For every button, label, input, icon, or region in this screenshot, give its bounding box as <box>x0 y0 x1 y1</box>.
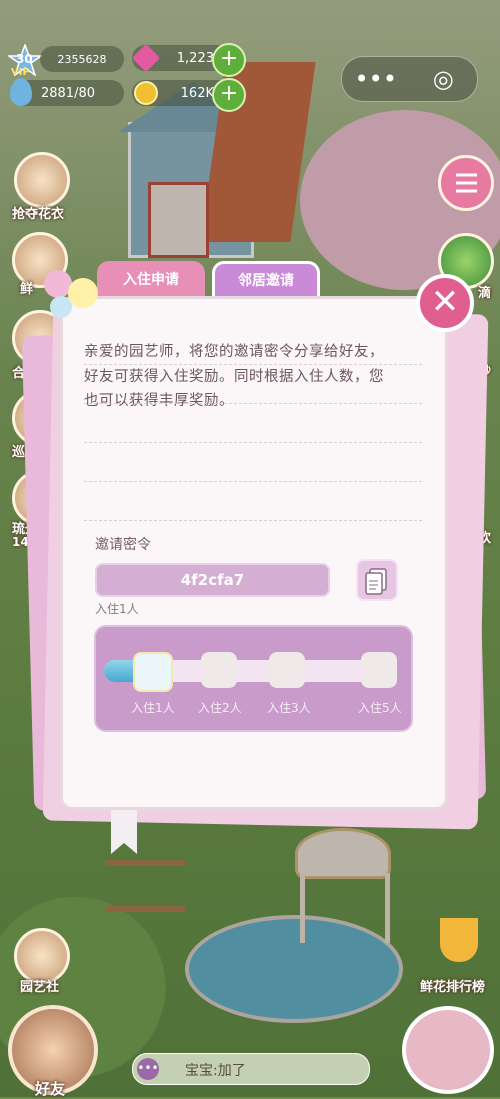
water-drop-icon <box>10 78 32 106</box>
invite-code-label: 邀请密令 <box>95 537 151 553</box>
flower-decoration-icon <box>38 268 102 328</box>
grab-clothes-label: 抢夺花衣 <box>12 207 65 222</box>
chat-message: 宝宝:加了 <box>185 1063 246 1079</box>
milestone-label-1: 入住1人 <box>131 701 175 715</box>
chat-bubble-icon: ••• <box>137 1058 159 1080</box>
divider <box>84 364 422 365</box>
invite-code-field[interactable]: 4f2cfa7 <box>95 563 330 597</box>
gift-box-icon-1[interactable] <box>133 652 173 692</box>
copy-icon <box>365 568 387 595</box>
add-coins-button[interactable]: + <box>212 78 246 112</box>
tab-invite[interactable]: 邻居邀请 <box>212 261 320 301</box>
milestone-label-3: 入住3人 <box>267 701 311 715</box>
trophy-icon[interactable] <box>440 918 478 962</box>
copy-code-button[interactable] <box>356 559 398 601</box>
gift-box-icon-3[interactable] <box>269 652 305 688</box>
friends-label: 好友 <box>35 1080 66 1098</box>
water-value: 2881/80 <box>40 85 95 101</box>
intro-line-1: 亲爱的园艺师，将您的邀请密令分享给好友， <box>84 344 384 360</box>
resident-count: 入住1人 <box>95 602 139 616</box>
chat-bar[interactable]: ••• 宝宝:加了 <box>132 1053 370 1085</box>
intro-line-2: 好友可获得入住奖励。同时根据入住人数，您 <box>84 368 384 385</box>
exp-bar: 2355628 <box>40 46 124 72</box>
drop-label: 滴 <box>478 286 492 301</box>
coin-counter: 162K + <box>132 78 246 112</box>
divider <box>84 442 422 443</box>
coin-value: 162K <box>180 85 214 101</box>
flower-rank-label: 鲜花排行榜 <box>420 980 486 995</box>
divider <box>84 520 422 521</box>
milestone-label-5: 入住5人 <box>358 701 402 715</box>
close-dialog-button[interactable]: ✕ <box>416 274 474 332</box>
coin-icon <box>134 81 158 105</box>
intro-line-3: 也可以获得丰厚奖励。 <box>84 393 234 409</box>
gem-icon <box>131 43 161 73</box>
gem-counter: 1,223 + <box>131 43 246 77</box>
divider <box>84 403 422 404</box>
close-miniprogram-button[interactable]: ◎ <box>410 65 478 93</box>
more-menu-button[interactable]: ••• <box>342 65 410 93</box>
vip-label: VIP <box>11 67 30 78</box>
miniprogram-capsule: ••• ◎ <box>341 56 478 102</box>
gift-box-icon-2[interactable] <box>201 652 237 688</box>
exp-value: 2355628 <box>57 52 107 66</box>
tab-apply[interactable]: 入住申请 <box>97 261 205 301</box>
water-counter: 2881/80 <box>10 78 124 106</box>
gem-value: 1,223 <box>176 50 214 66</box>
book-icon[interactable] <box>402 1006 494 1094</box>
gift-box-icon-5[interactable] <box>361 652 397 688</box>
garden-club-label: 园艺社 <box>20 980 60 995</box>
level-value: 30 <box>16 52 33 66</box>
fresh-label: 鲜 <box>20 282 34 297</box>
grab-clothes-icon[interactable] <box>14 152 70 208</box>
milestone-label-2: 入住2人 <box>198 701 242 715</box>
menu-list-icon[interactable] <box>438 155 494 211</box>
divider <box>84 481 422 482</box>
add-gems-button[interactable]: + <box>212 43 246 77</box>
